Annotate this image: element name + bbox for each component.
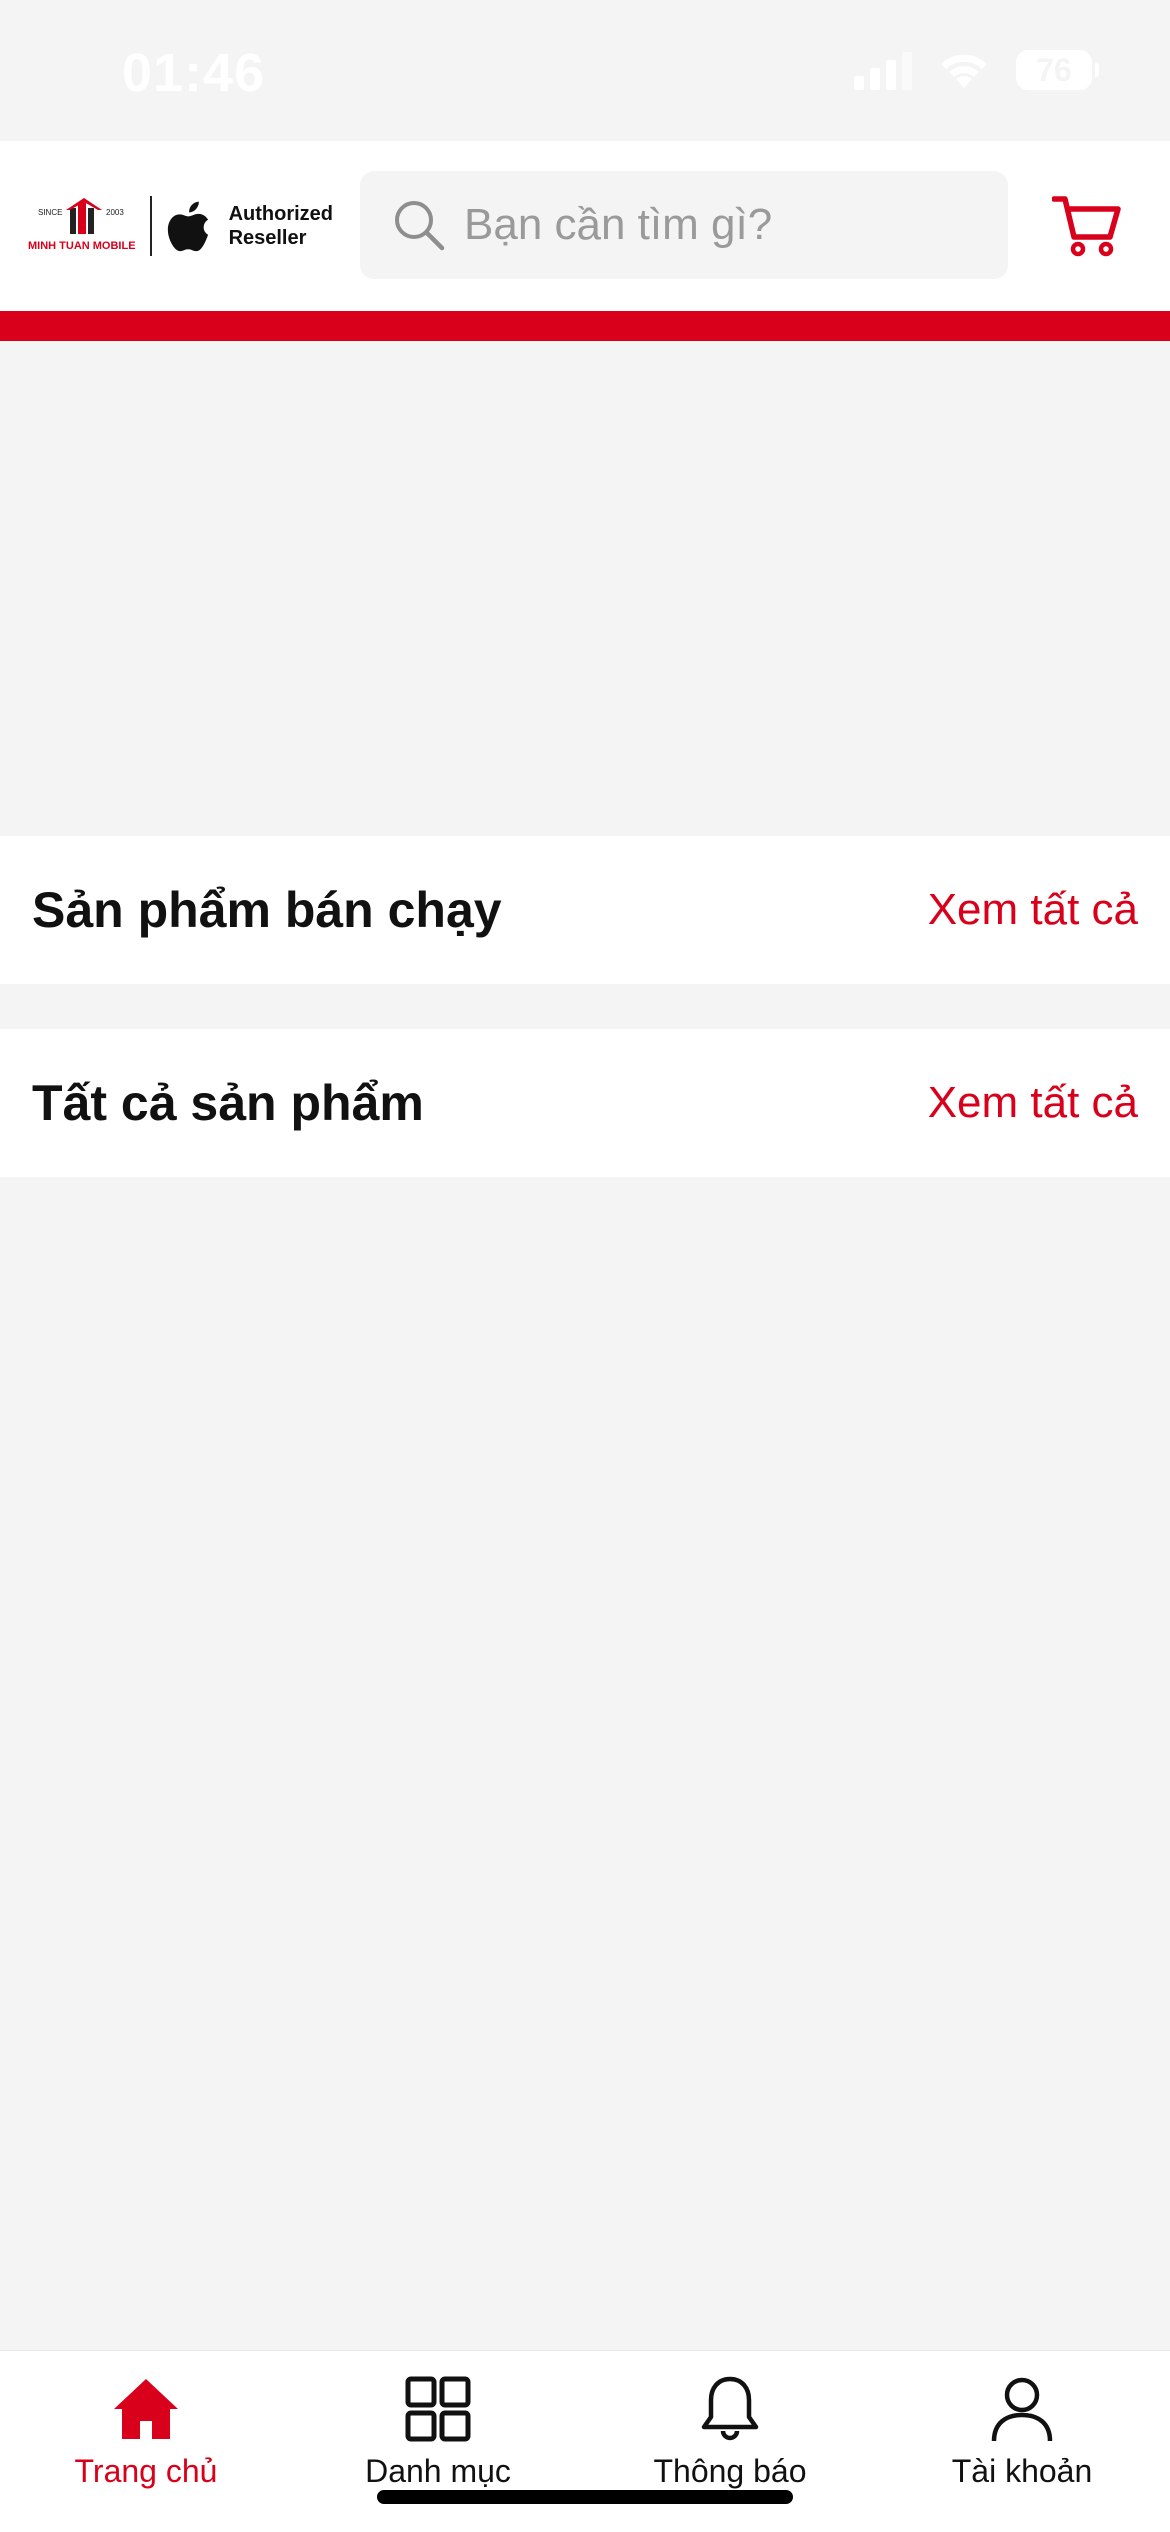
battery-indicator: 76	[1016, 50, 1099, 90]
minh-tuan-mark: SINCE 2003 MINH TUAN MOBILE	[28, 194, 144, 258]
logo-divider	[150, 196, 153, 256]
view-all-link[interactable]: Xem tất cả	[928, 885, 1138, 935]
reseller-line: Reseller	[228, 227, 307, 249]
tab-account[interactable]: Tài khoản	[876, 2373, 1168, 2503]
cellular-signal-icon	[854, 50, 912, 90]
section-title: Sản phẩm bán chạy	[32, 882, 502, 938]
banner-placeholder	[0, 341, 1170, 836]
status-icons: 76	[854, 50, 1099, 90]
home-indicator	[377, 2490, 793, 2504]
search-icon	[395, 201, 445, 251]
status-time: 01:46	[122, 43, 266, 103]
user-icon	[991, 2377, 1053, 2442]
authorized-reseller-text: Authorized Reseller	[229, 202, 333, 250]
wifi-icon	[941, 54, 987, 88]
logo-brand-name: MINH TUAN MOBILE	[28, 240, 136, 252]
search-input[interactable]: Bạn cần tìm gì?	[464, 200, 772, 250]
app-header: SINCE 2003 MINH TUAN MOBILE Authorized R…	[0, 141, 1170, 311]
status-bar: 01:46 76	[0, 0, 1170, 141]
view-all-link[interactable]: Xem tất cả	[928, 1078, 1138, 1128]
bell-icon	[701, 2376, 759, 2441]
store-logo[interactable]: SINCE 2003 MINH TUAN MOBILE Authorized R…	[28, 191, 333, 261]
best-sellers-section: Sản phẩm bán chạy Xem tất cả	[0, 836, 1170, 984]
section-title: Tất cả sản phẩm	[32, 1075, 424, 1131]
all-products-section: Tất cả sản phẩm Xem tất cả	[0, 1029, 1170, 1177]
logo-since-label: SINCE	[38, 208, 63, 217]
logo-year-label: 2003	[106, 208, 124, 217]
grid-icon	[405, 2376, 471, 2442]
tab-home[interactable]: Trang chủ	[0, 2373, 292, 2503]
bottom-tab-bar: Trang chủ Danh mục Thông báo Tài khoản	[0, 2350, 1170, 2532]
header-accent-bar	[0, 311, 1170, 341]
tab-label: Danh mục	[365, 2453, 511, 2489]
home-icon	[114, 2379, 178, 2439]
tower-logo-icon	[66, 198, 102, 234]
tab-categories[interactable]: Danh mục	[292, 2373, 584, 2503]
apple-logo-icon	[168, 201, 209, 252]
search-bar[interactable]: Bạn cần tìm gì?	[360, 171, 1008, 279]
authorized-line: Authorized	[228, 203, 333, 225]
tab-label: Tài khoản	[951, 2453, 1093, 2489]
tab-label: Thông báo	[653, 2453, 807, 2489]
tab-notifications[interactable]: Thông báo	[584, 2373, 876, 2503]
cart-icon[interactable]	[1052, 193, 1122, 257]
tab-label: Trang chủ	[74, 2453, 218, 2489]
